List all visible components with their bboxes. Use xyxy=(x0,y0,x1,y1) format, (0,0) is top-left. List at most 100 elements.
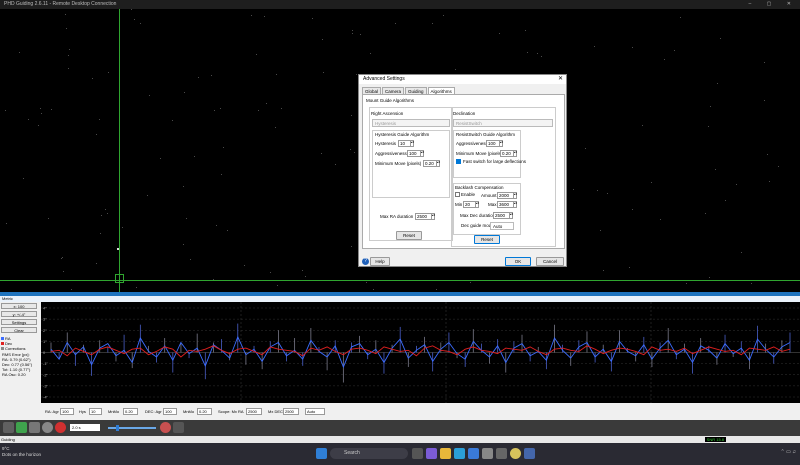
weather-widget[interactable]: 9°C Dots on the horizon xyxy=(2,446,41,458)
background-star xyxy=(51,109,52,110)
dec-mode-select[interactable]: Auto xyxy=(305,408,325,415)
background-star xyxy=(160,158,161,159)
ra-aggr-stepper[interactable]: 100 xyxy=(60,408,74,415)
loop-icon[interactable] xyxy=(16,422,27,433)
graph-settings-button[interactable]: Settings xyxy=(1,319,37,325)
cam-settings-icon[interactable] xyxy=(173,422,184,433)
y-scale-select[interactable]: y: +/-4" xyxy=(1,311,37,317)
dec-max-duration-stepper[interactable]: 2500 ▴▾ xyxy=(493,212,513,219)
remote-desktop-icon[interactable] xyxy=(524,448,535,459)
background-star xyxy=(277,285,278,286)
fast-switch-checkbox[interactable] xyxy=(456,159,461,164)
star-select-icon[interactable] xyxy=(29,422,40,433)
dec-min-move-stepper[interactable]: 0.20 ▴▾ xyxy=(500,150,517,157)
background-star xyxy=(632,47,633,48)
ra-aggressiveness-label: Aggressiveness xyxy=(375,151,407,156)
dec-algorithm-select[interactable]: ResistSwitch xyxy=(453,119,553,127)
exposure-select[interactable]: 2.0 s xyxy=(70,424,100,431)
chrome-icon[interactable] xyxy=(510,448,521,459)
background-star xyxy=(172,120,173,121)
dec-reset-button[interactable]: Reset xyxy=(474,235,500,244)
background-star xyxy=(19,52,20,53)
background-star xyxy=(764,100,765,101)
background-star xyxy=(198,77,199,78)
cancel-button[interactable]: Cancel xyxy=(536,257,564,266)
background-star xyxy=(351,246,352,247)
gamma-slider-handle[interactable] xyxy=(116,425,119,431)
ra-aggressiveness-stepper[interactable]: 100 ▴▾ xyxy=(407,150,424,157)
help-button[interactable]: Help xyxy=(370,257,390,266)
ra-algorithm-select[interactable]: Hysteresis xyxy=(372,119,450,127)
brain-icon[interactable] xyxy=(160,422,171,433)
background-star xyxy=(674,50,675,51)
background-star xyxy=(395,23,396,24)
background-star xyxy=(190,259,191,260)
backlash-enable-checkbox[interactable] xyxy=(455,192,460,197)
backlash-max-stepper[interactable]: 3600 ▴▾ xyxy=(497,201,517,208)
ra-min-move-stepper[interactable]: 0.20 ▴▾ xyxy=(423,160,440,167)
background-star xyxy=(335,164,336,165)
dec-mnmo-label: MnMo xyxy=(183,409,195,414)
task-view-icon[interactable] xyxy=(412,448,423,459)
ra-aggr-label: RA: Agr xyxy=(45,409,59,414)
edge-icon[interactable] xyxy=(454,448,465,459)
background-star xyxy=(736,184,737,185)
background-star xyxy=(629,267,630,268)
mxdec-stepper[interactable]: 2500 xyxy=(283,408,299,415)
scope-mxra-stepper[interactable]: 2500 xyxy=(246,408,262,415)
start-icon[interactable] xyxy=(316,448,327,459)
background-star xyxy=(68,55,69,56)
ra-hys-stepper[interactable]: 10 xyxy=(89,408,102,415)
background-star xyxy=(720,38,721,39)
dec-aggr-stepper[interactable]: 100 xyxy=(163,408,177,415)
legend-corrections-swatch xyxy=(1,347,4,351)
guide-graph-plot[interactable]: 4"3"2"1"0-1"-2"-3"-4" xyxy=(41,302,800,403)
background-star xyxy=(244,265,245,266)
background-star xyxy=(323,72,324,73)
background-star xyxy=(136,287,137,288)
x-scale-select[interactable]: x: 100 xyxy=(1,303,37,309)
ra-hysteresis-stepper[interactable]: 10 ▴▾ xyxy=(398,140,414,147)
legend-corrections[interactable]: Corrections xyxy=(1,346,25,351)
dec-mnmo-stepper[interactable]: 0.20 xyxy=(197,408,212,415)
ra-reset-button[interactable]: Reset xyxy=(396,231,422,240)
background-star xyxy=(99,119,100,120)
ra-mnmo-label: MnMo xyxy=(108,409,120,414)
background-star xyxy=(499,33,500,34)
y-tick-label: -3" xyxy=(43,383,49,388)
background-star xyxy=(105,209,106,210)
background-star xyxy=(71,289,72,290)
graph-controls: x: 100 y: +/-4" Settings Clear RA Dec Co… xyxy=(0,302,41,420)
graph-clear-button[interactable]: Clear xyxy=(1,327,37,333)
background-star xyxy=(214,110,215,111)
guide-icon[interactable] xyxy=(42,422,53,433)
ra-max-duration-stepper[interactable]: 2500 ▴▾ xyxy=(415,213,435,220)
app-icon-1[interactable] xyxy=(482,448,493,459)
ra-mnmo-stepper[interactable]: 0.20 xyxy=(123,408,138,415)
background-star xyxy=(537,53,538,54)
guide-wizard-icon[interactable] xyxy=(3,422,14,433)
store-icon[interactable] xyxy=(468,448,479,459)
backlash-amount-stepper[interactable]: 2000 ▴▾ xyxy=(497,192,517,199)
explorer-icon[interactable] xyxy=(440,448,451,459)
window-controls[interactable]: – ▢ ✕ xyxy=(749,0,798,9)
dec-aggressiveness-stepper[interactable]: 100 ▴▾ xyxy=(486,140,503,147)
taskbar-search[interactable]: Search xyxy=(330,448,408,459)
background-star xyxy=(573,189,574,190)
dialog-close-icon[interactable]: ✕ xyxy=(558,75,563,84)
backlash-min-stepper[interactable]: 20 ▴▾ xyxy=(463,201,479,208)
background-star xyxy=(585,148,586,149)
fast-switch-label: Fast switch for large deflections xyxy=(463,159,527,164)
dec-aggr-label: DEC: Agr xyxy=(145,409,162,414)
system-tray[interactable]: ⌃ ▭ ♫ xyxy=(781,449,796,455)
background-star xyxy=(38,125,39,126)
background-star xyxy=(66,28,67,29)
window-title-bar: PHD Guiding 2.6.11 - Remote Desktop Conn… xyxy=(0,0,800,9)
ok-button[interactable]: OK xyxy=(505,257,531,266)
background-star xyxy=(108,72,109,73)
app-icon-2[interactable] xyxy=(496,448,507,459)
stop-icon[interactable] xyxy=(55,422,66,433)
dec-guide-mode-select[interactable]: Auto xyxy=(490,222,514,230)
help-icon[interactable]: ? xyxy=(362,258,369,265)
teams-icon[interactable] xyxy=(426,448,437,459)
